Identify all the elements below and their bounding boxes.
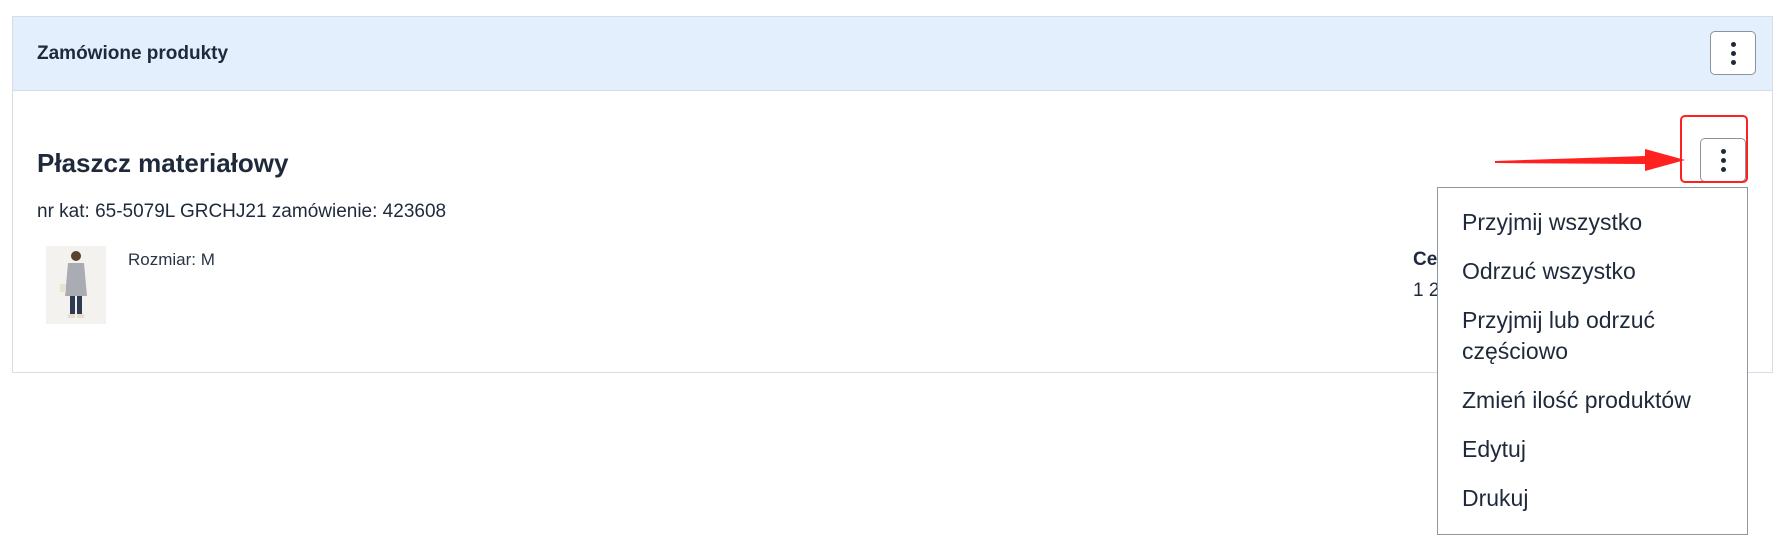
product-actions-dropdown: Przyjmij wszystko Odrzuć wszystko Przyjm… bbox=[1437, 187, 1748, 535]
product-name: Płaszcz materiałowy bbox=[37, 148, 289, 178]
product-meta: nr kat: 65-5079L GRCHJ21 zamówienie: 423… bbox=[37, 201, 447, 222]
annotation-highlight-box bbox=[1680, 115, 1748, 183]
coat-image-icon bbox=[46, 246, 106, 324]
annotation-arrow-icon bbox=[1495, 149, 1685, 171]
product-thumbnail[interactable] bbox=[46, 246, 106, 324]
menu-item-partial[interactable]: Przyjmij lub odrzuć częściowo bbox=[1438, 296, 1747, 376]
menu-item-accept-all[interactable]: Przyjmij wszystko bbox=[1438, 198, 1747, 247]
menu-item-change-quantity[interactable]: Zmień ilość produktów bbox=[1438, 376, 1747, 425]
panel-header: Zamówione produkty bbox=[13, 17, 1772, 91]
header-more-button[interactable] bbox=[1710, 31, 1756, 75]
kebab-menu-icon bbox=[1730, 41, 1736, 47]
menu-item-print[interactable]: Drukuj bbox=[1438, 474, 1747, 523]
menu-item-reject-all[interactable]: Odrzuć wszystko bbox=[1438, 247, 1747, 296]
panel-title: Zamówione produkty bbox=[37, 43, 229, 64]
product-size: Rozmiar: M bbox=[128, 250, 215, 269]
menu-item-edit[interactable]: Edytuj bbox=[1438, 425, 1747, 474]
